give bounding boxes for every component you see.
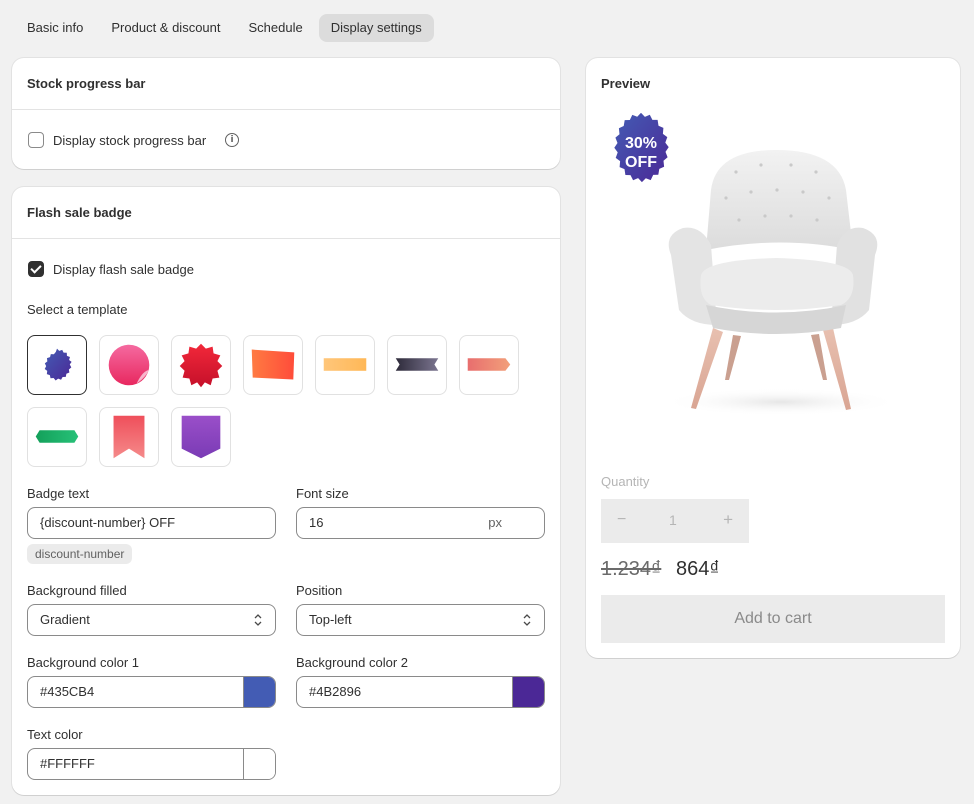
template-seal-badge[interactable] [27, 335, 87, 395]
add-to-cart-button[interactable]: Add to cart [601, 595, 945, 643]
circle-sticker-icon [108, 344, 150, 386]
preview-title: Preview [601, 76, 651, 91]
badge-text-label: Badge text [27, 486, 90, 501]
background-color-2-label: Background color 2 [296, 655, 409, 670]
divider [12, 238, 560, 239]
preview-card: Preview 30% OFF Quantity − 1 + 1.234₫ 86… [586, 58, 960, 658]
background-color-2-input[interactable]: #4B2896 [296, 676, 545, 708]
bookmark-badge-icon [113, 415, 145, 459]
stock-progress-card: Stock progress bar Display stock progres… [12, 58, 560, 169]
position-value: Top-left [309, 612, 352, 627]
font-size-unit: px [488, 515, 502, 530]
preview-badge-text: 30% OFF [601, 134, 681, 172]
template-tag-badge[interactable] [243, 335, 303, 395]
select-arrows-icon [523, 614, 531, 626]
background-filled-value: Gradient [40, 612, 90, 627]
background-color-1-swatch[interactable] [243, 677, 275, 707]
background-color-1-label: Background color 1 [27, 655, 140, 670]
text-color-value: #FFFFFF [40, 756, 95, 771]
stock-progress-label: Display stock progress bar [53, 133, 207, 148]
tab-schedule[interactable]: Schedule [237, 14, 315, 42]
text-color-input[interactable]: #FFFFFF [27, 748, 276, 780]
template-shield-badge[interactable] [171, 407, 231, 467]
flash-sale-badge-label: Display flash sale badge [53, 262, 194, 277]
quantity-label: Quantity [601, 474, 650, 489]
tab-product-discount[interactable]: Product & discount [99, 14, 232, 42]
flash-sale-badge-checkbox[interactable] [28, 261, 44, 277]
text-color-label: Text color [27, 727, 83, 742]
burst-badge-icon [179, 343, 223, 388]
font-size-input[interactable]: 16 px [296, 507, 545, 539]
card-title: Stock progress bar [27, 76, 146, 91]
font-size-value: 16 [309, 515, 324, 530]
seal-badge-icon [44, 348, 72, 381]
card-title: Flash sale badge [27, 205, 132, 220]
font-size-label: Font size [296, 486, 349, 501]
select-arrows-icon [254, 614, 262, 626]
position-select[interactable]: Top-left [296, 604, 545, 636]
sale-price: 864₫ [676, 558, 720, 580]
template-burst-badge[interactable] [171, 335, 231, 395]
template-ribbon-arrow[interactable] [459, 335, 519, 395]
ribbon-dark-icon [395, 358, 439, 371]
background-color-1-value: #435CB4 [40, 684, 95, 699]
background-filled-select[interactable]: Gradient [27, 604, 276, 636]
template-ribbon-yellow[interactable] [315, 335, 375, 395]
divider [12, 109, 560, 110]
background-color-1-input[interactable]: #435CB4 [27, 676, 276, 708]
quantity-stepper: − 1 + [601, 499, 749, 543]
background-color-2-value: #4B2896 [309, 684, 362, 699]
stock-progress-checkbox[interactable] [28, 132, 44, 148]
preview-badge-line1: 30% [624, 135, 658, 152]
shield-badge-icon [181, 415, 221, 459]
quantity-decrement-button[interactable]: − [617, 511, 626, 529]
discount-number-chip[interactable]: discount-number [27, 544, 133, 564]
original-price: 1.234₫ [601, 558, 662, 580]
quantity-increment-button[interactable]: + [723, 510, 733, 530]
background-filled-label: Background filled [27, 583, 127, 598]
ribbon-yellow-icon [323, 358, 367, 371]
template-bookmark-badge[interactable] [99, 407, 159, 467]
tag-badge-icon [251, 349, 295, 380]
template-ribbon-dark[interactable] [387, 335, 447, 395]
ribbon-green-icon [35, 430, 79, 443]
template-circle-sticker[interactable] [99, 335, 159, 395]
background-color-2-swatch[interactable] [512, 677, 544, 707]
tab-bar: Basic info Product & discount Schedule D… [15, 14, 434, 42]
tab-display-settings[interactable]: Display settings [318, 14, 434, 42]
quantity-value[interactable]: 1 [669, 512, 677, 528]
text-color-swatch[interactable] [243, 749, 275, 779]
info-icon[interactable]: i [225, 133, 239, 147]
position-label: Position [296, 583, 343, 598]
select-template-label: Select a template [27, 302, 128, 317]
ribbon-arrow-icon [467, 358, 511, 371]
badge-text-input[interactable]: {discount-number} OFF [27, 507, 276, 539]
preview-badge-line2: OFF [625, 154, 657, 171]
tab-basic-info[interactable]: Basic info [15, 14, 95, 42]
template-ribbon-green[interactable] [27, 407, 87, 467]
flash-sale-badge-card: Flash sale badge Display flash sale badg… [12, 187, 560, 795]
